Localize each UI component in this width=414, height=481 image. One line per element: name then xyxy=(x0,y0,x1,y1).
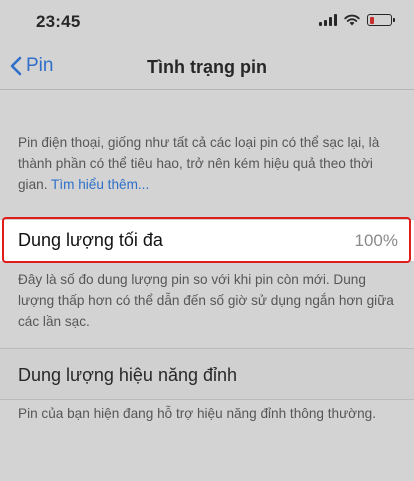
status-bar: 23:45 xyxy=(0,0,414,44)
peak-performance-label: Dung lượng hiệu năng đỉnh xyxy=(18,365,238,385)
battery-icon xyxy=(367,14,395,26)
intro-description: Pin điện thoại, giống như tất cả các loạ… xyxy=(18,132,400,195)
page-title: Tình trạng pin xyxy=(147,57,267,77)
learn-more-link[interactable]: Tìm hiểu thêm... xyxy=(51,177,149,192)
max-capacity-label: Dung lượng tối đa xyxy=(18,230,163,250)
status-icons xyxy=(319,14,395,26)
battery-health-screen: 23:45 Pin Tình trạng pin Pin điện thoại,… xyxy=(0,0,414,481)
wifi-icon xyxy=(344,14,360,26)
signal-icon xyxy=(319,14,337,26)
max-capacity-value: 100% xyxy=(354,231,398,250)
navigation-bar: Pin Tình trạng pin xyxy=(0,44,414,90)
peak-performance-description: Pin của bạn hiện đang hỗ trợ hiệu năng đ… xyxy=(18,406,376,421)
status-time: 23:45 xyxy=(36,12,81,31)
max-capacity-description: Đây là số đo dung lượng pin so với khi p… xyxy=(18,272,394,329)
peak-performance-row: Dung lượng hiệu năng đỉnh xyxy=(0,348,414,400)
max-capacity-row: Dung lượng tối đa 100% xyxy=(0,219,414,262)
